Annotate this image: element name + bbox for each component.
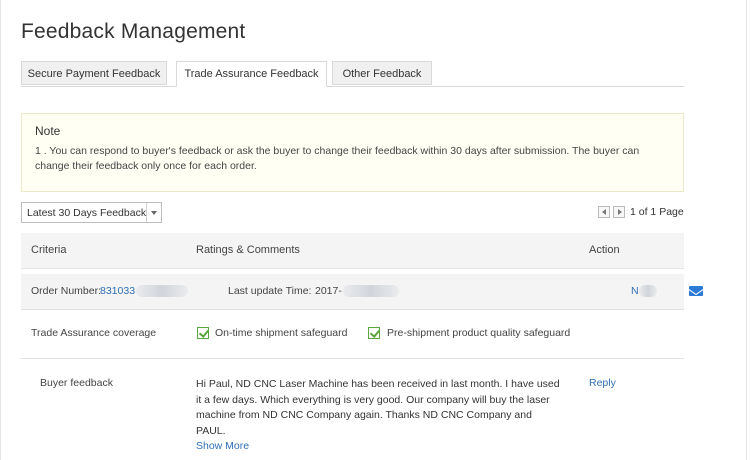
chevron-right-icon	[618, 209, 622, 215]
note-title: Note	[35, 124, 61, 138]
mail-icon[interactable]	[689, 286, 703, 296]
coverage-item: On-time shipment safeguard	[215, 327, 348, 339]
note-text: 1 . You can respond to buyer's feedback …	[35, 145, 640, 172]
page-title: Feedback Management	[21, 20, 246, 43]
last-update-value: 2017-	[315, 285, 342, 297]
tab-secure-payment-feedback[interactable]: Secure Payment Feedback	[21, 61, 167, 85]
show-more-link[interactable]: Show More	[196, 440, 249, 452]
prev-page-button[interactable]	[598, 206, 610, 218]
redacted-order-number	[136, 285, 188, 297]
redacted-update-time	[343, 285, 399, 297]
coverage-label: Trade Assurance coverage	[31, 327, 157, 339]
buyer-feedback-row: Buyer feedback Hi Paul, ND CNC Laser Mac…	[21, 360, 684, 460]
message-link[interactable]: N	[631, 285, 639, 297]
chevron-down-icon	[151, 211, 157, 215]
tab-trade-assurance-feedback[interactable]: Trade Assurance Feedback	[176, 61, 327, 87]
coverage-item: Pre-shipment product quality safeguard	[387, 327, 571, 339]
last-update-label: Last update Time:	[228, 285, 312, 297]
check-icon	[197, 327, 209, 339]
order-number-label: Order Number:	[31, 285, 102, 297]
select-divider	[146, 203, 147, 222]
feedback-period-select[interactable]: Latest 30 Days Feedback	[21, 202, 162, 223]
coverage-row: Trade Assurance coverage On-time shipmen…	[21, 310, 684, 359]
buyer-feedback-label: Buyer feedback	[40, 377, 113, 389]
column-ratings-comments: Ratings & Comments	[196, 244, 300, 256]
check-icon	[368, 327, 380, 339]
buyer-feedback-comment: Hi Paul, ND CNC Laser Machine has been r…	[196, 378, 560, 437]
note-box: Note 1 . You can respond to buyer's feed…	[21, 113, 684, 192]
table-header: Criteria Ratings & Comments Action	[21, 233, 684, 269]
tab-other-feedback[interactable]: Other Feedback	[332, 61, 432, 85]
next-page-button[interactable]	[613, 206, 625, 218]
page: Feedback Management Secure Payment Feedb…	[0, 0, 750, 460]
column-action: Action	[589, 244, 620, 256]
tab-bar: Secure Payment Feedback Trade Assurance …	[21, 61, 684, 87]
page-count: 1 of 1 Page	[630, 206, 684, 218]
order-row: Order Number: 831033 Last update Time: 2…	[21, 274, 703, 310]
order-number-link[interactable]: 831033	[100, 285, 135, 297]
redacted-action-text	[639, 285, 657, 297]
left-divider	[0, 0, 1, 460]
column-criteria: Criteria	[31, 244, 67, 256]
buyer-feedback-text: Hi Paul, ND CNC Laser Machine has been r…	[196, 377, 561, 455]
feedback-period-value: Latest 30 Days Feedback	[27, 207, 147, 219]
chevron-left-icon	[602, 209, 606, 215]
reply-link[interactable]: Reply	[589, 377, 616, 389]
right-divider	[746, 0, 747, 460]
